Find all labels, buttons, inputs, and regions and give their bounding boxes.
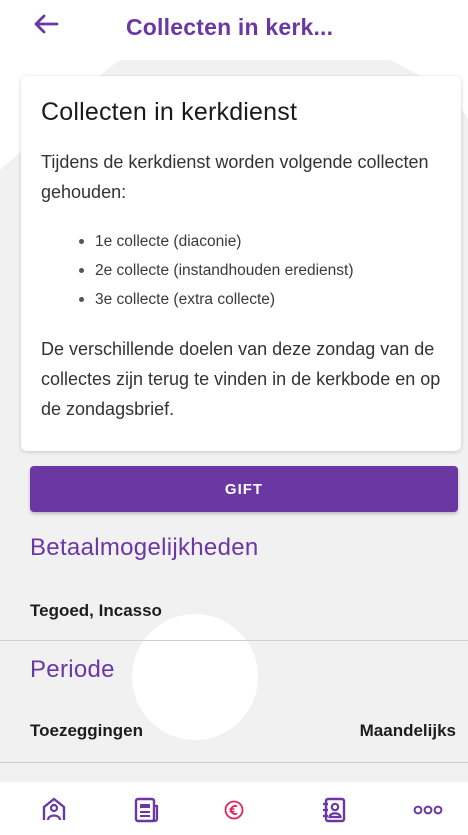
divider: [0, 762, 468, 763]
info-card: Collecten in kerkdienst Tijdens de kerkd…: [21, 76, 461, 451]
divider: [0, 640, 468, 641]
app-bar: Collecten in kerk...: [0, 0, 468, 60]
collection-list: 1e collecte (diaconie) 2e collecte (inst…: [77, 227, 441, 314]
more-icon: [413, 805, 443, 815]
nav-home[interactable]: [38, 794, 70, 826]
list-item: 2e collecte (instandhouden eredienst): [77, 256, 441, 285]
news-icon: [134, 797, 159, 823]
euro-icon: [224, 800, 244, 820]
pledges-label: Toezeggingen: [30, 721, 144, 740]
card-title: Collecten in kerkdienst: [41, 98, 298, 126]
period-heading: Periode: [30, 656, 115, 683]
bottom-navigation: [0, 782, 468, 835]
background-circle: [132, 614, 258, 740]
page-title: Collecten in kerk...: [126, 14, 334, 40]
nav-more[interactable]: [412, 794, 444, 826]
payment-methods-value: Tegoed, Incasso: [30, 601, 162, 620]
contacts-icon: [323, 797, 346, 823]
card-outro: De verschillende doelen van deze zondag …: [41, 339, 441, 419]
gift-button[interactable]: GIFT: [30, 466, 458, 512]
payment-heading: Betaalmogelijkheden: [30, 534, 259, 561]
list-item: 1e collecte (diaconie): [77, 227, 441, 256]
home-icon: [42, 797, 66, 821]
pledges-value: Maandelijks: [359, 721, 456, 740]
card-intro: Tijdens de kerkdienst worden volgende co…: [41, 152, 429, 202]
nav-contacts[interactable]: [318, 794, 350, 826]
nav-news[interactable]: [130, 794, 162, 826]
list-item: 3e collecte (extra collecte): [77, 285, 441, 314]
back-button[interactable]: [32, 10, 60, 38]
nav-donate[interactable]: [218, 794, 250, 826]
arrow-left-icon: [34, 14, 59, 34]
